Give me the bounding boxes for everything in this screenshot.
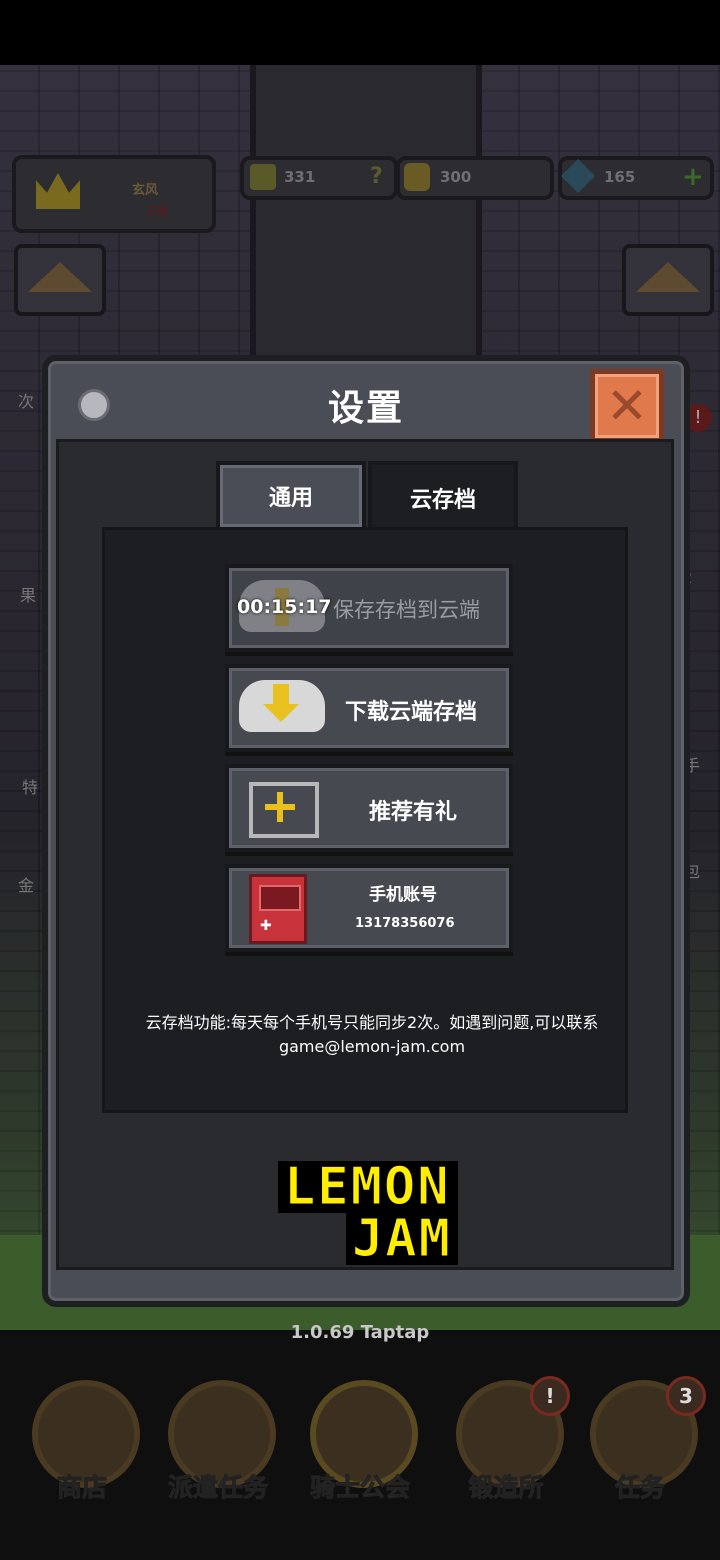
cloud-download-icon: [239, 680, 325, 732]
nav-shop[interactable]: 商店: [22, 1370, 142, 1520]
save-to-cloud-button[interactable]: 00:15:17 保存存档到云端: [225, 564, 513, 652]
player-profile-card[interactable]: 玄风 三世: [12, 155, 216, 233]
arrow-up-icon: [28, 262, 92, 292]
trophy-count: 331: [284, 168, 316, 186]
download-arrow-head: [263, 704, 299, 722]
cloud-save-note: 云存档功能:每天每个手机号只能同步2次。如遇到问题,可以联系 game@lemo…: [145, 1013, 599, 1056]
dialog-title: 设置: [327, 388, 404, 429]
tab-cloud-save[interactable]: 云存档: [368, 461, 518, 531]
nav-shop-label: 商店: [56, 1473, 107, 1503]
nav-quests-label: 任务: [614, 1473, 665, 1503]
phone-account-label: 手机账号: [369, 885, 437, 905]
tab-general[interactable]: 通用: [216, 461, 366, 527]
nav-forge-label: 锻造所: [468, 1473, 544, 1503]
nav-forge[interactable]: ! 锻造所: [446, 1370, 570, 1520]
gift-ribbon-h: [265, 804, 295, 810]
logo-line-2: JAM: [346, 1213, 458, 1266]
close-icon: ✕: [606, 377, 648, 435]
gem-count: 165: [604, 168, 636, 186]
side-label-left-4: 金: [18, 876, 35, 895]
save-to-cloud-label: 保存存档到云端: [333, 598, 480, 622]
right-up-button[interactable]: [622, 244, 714, 316]
side-label-left-2: 果: [20, 586, 37, 605]
phone-console-icon: ✚: [249, 874, 307, 944]
quest-count-badge: 3: [666, 1376, 706, 1416]
phone-account-button[interactable]: ✚ 手机账号 13178356076: [225, 864, 513, 952]
gold-coin-icon: [404, 163, 430, 191]
save-cooldown-timer: 00:15:17: [237, 596, 332, 618]
referral-gift-button[interactable]: 推荐有礼: [225, 764, 513, 852]
nav-knight-guild[interactable]: 骑士公会: [300, 1370, 420, 1520]
arrow-up-icon: [636, 262, 700, 292]
logo-line-1: LEMON: [278, 1161, 458, 1214]
close-button[interactable]: ✕: [590, 369, 664, 443]
referral-gift-label: 推荐有礼: [369, 800, 458, 825]
side-label-left-3: 特: [22, 778, 39, 797]
dpad-icon: ✚: [260, 918, 272, 934]
download-cloud-label: 下载云端存档: [345, 700, 478, 725]
download-arrow-shaft: [273, 684, 289, 706]
trophy-counter[interactable]: 331 ?: [240, 156, 398, 200]
nav-knight-guild-label: 骑士公会: [309, 1473, 410, 1503]
nav-dispatch-label: 派遣任务: [167, 1473, 268, 1503]
lemon-jam-logo: LEMON JAM: [278, 1161, 458, 1266]
phone-screen: [259, 885, 301, 911]
left-up-button[interactable]: [14, 244, 106, 316]
player-name: 玄风: [132, 183, 159, 198]
gold-count: 300: [440, 168, 472, 186]
player-subtitle: 三世: [146, 205, 168, 218]
trophy-icon: [250, 164, 276, 190]
add-gem-button[interactable]: +: [682, 162, 704, 192]
nav-dispatch-missions[interactable]: 派遣任务: [158, 1370, 278, 1520]
forge-alert-badge: !: [530, 1376, 570, 1416]
download-cloud-button[interactable]: 下载云端存档: [225, 664, 513, 752]
side-label-left-1: 次: [18, 392, 35, 411]
gold-counter[interactable]: 300: [396, 156, 554, 200]
gem-icon: [561, 159, 595, 193]
help-icon[interactable]: ?: [370, 164, 383, 189]
phone-number: 13178356076: [355, 916, 455, 931]
nav-quests[interactable]: 3 任务: [580, 1370, 706, 1520]
crown-icon: [36, 173, 80, 209]
gem-counter[interactable]: 165 +: [558, 156, 714, 200]
version-label: 1.0.69 Taptap: [290, 1322, 430, 1343]
settings-dialog: 设置 ✕ 通用 云存档 00:15:17 保存存档到云端 下载云端存档 推荐有礼…: [42, 355, 690, 1307]
gift-icon: [249, 782, 319, 838]
castle-tower: [250, 65, 482, 395]
